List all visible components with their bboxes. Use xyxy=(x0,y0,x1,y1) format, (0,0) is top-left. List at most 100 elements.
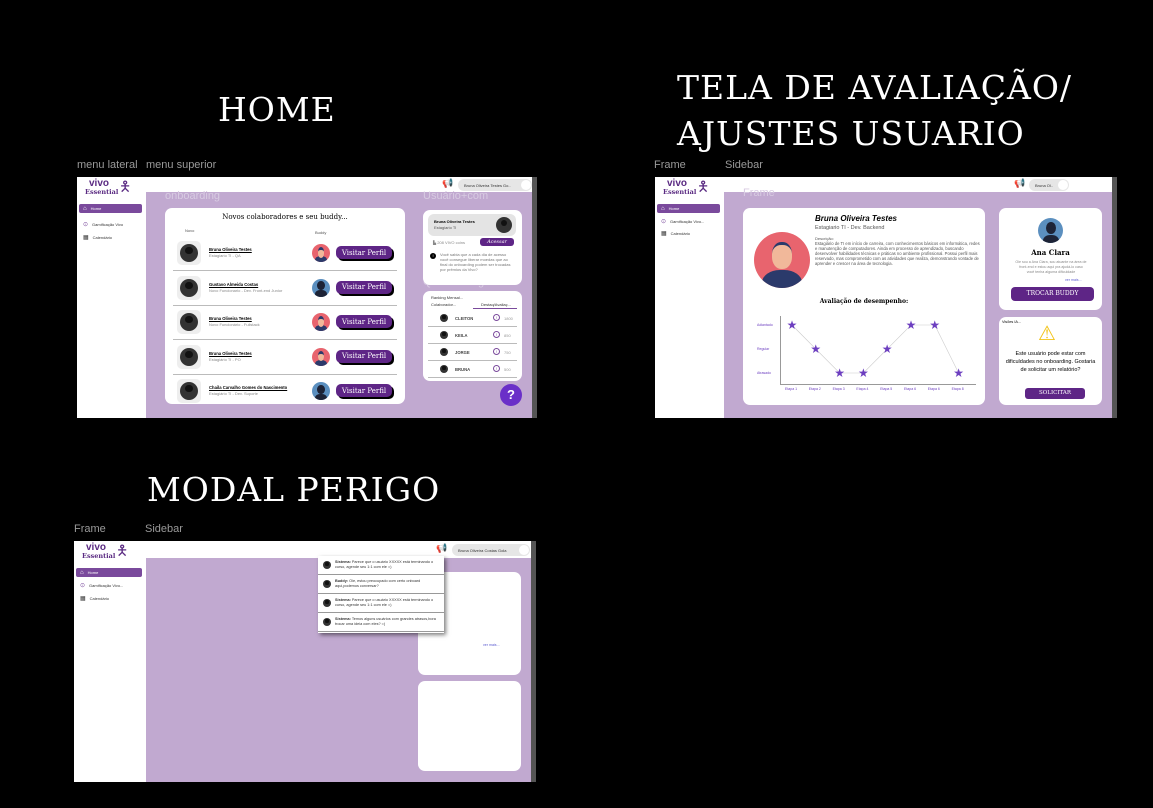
buddy-avatar xyxy=(1038,218,1063,243)
ghost-label: onboarding xyxy=(165,190,221,202)
visit-profile-button[interactable]: Visitar Perfil xyxy=(336,246,392,259)
sidebar-item-gamificacao[interactable]: ⊙ Gamificação Vivo... xyxy=(76,581,142,590)
ranking-row: JORGE ! 750 xyxy=(428,344,517,361)
ranking-score: 500 xyxy=(504,367,511,372)
avatar xyxy=(323,618,331,626)
star-marker: ★ xyxy=(858,366,869,380)
collaborator-row: Chaila Carvalho Gomes do Nascimento Esta… xyxy=(165,374,405,408)
see-more-link[interactable]: ver mais... xyxy=(1065,278,1082,282)
notification-item[interactable]: Buddy: Oie, estou preocupado com certo o… xyxy=(318,575,444,594)
sidebar-item-gamificacao[interactable]: ⊙ Gamificação Vivo xyxy=(79,220,142,229)
y-tick-label: Regular xyxy=(757,347,770,351)
sidebar-item-home[interactable]: ⌂ Home xyxy=(657,204,720,213)
notification-text: Oie, estou preocupado com certo onboard … xyxy=(335,579,421,588)
megaphone-icon[interactable]: 📢 xyxy=(442,178,453,189)
frame-label[interactable]: Frame xyxy=(654,159,686,171)
buddy-avatar[interactable] xyxy=(312,244,330,262)
coin-icon: ! xyxy=(493,348,500,355)
sidebar: vivo Essential 🯅 ⌂ Home ⊙ Gamificação Vivo..… xyxy=(655,177,724,418)
collaborator-name[interactable]: Bruna Oliveira Testes xyxy=(209,247,252,252)
profile-summary[interactable]: Bruna Oliveira Testes Estagiario TI xyxy=(428,214,516,236)
sidebar-item-calendario[interactable]: ▦ Calendário xyxy=(76,594,142,603)
frame-title-modal: MODAL PERIGO xyxy=(147,470,441,509)
avatar xyxy=(440,365,448,373)
sidebar-item-home[interactable]: ⌂ Home xyxy=(76,568,142,577)
sidebar-item-gamificacao[interactable]: ⊙ Gamificação Vivo... xyxy=(657,217,720,226)
user-toggle[interactable]: Bruna Ol.. xyxy=(1029,179,1069,191)
request-report-button[interactable]: SOLICITAR xyxy=(1025,388,1085,399)
visit-profile-button[interactable]: Visitar Perfil xyxy=(336,315,392,328)
frame-label[interactable]: Sidebar xyxy=(725,159,763,171)
buddy-avatar[interactable] xyxy=(312,313,330,331)
coin-icon: ⊙ xyxy=(661,219,667,225)
col-new: Novo xyxy=(185,228,195,233)
scrollbar[interactable] xyxy=(532,177,537,418)
ranking-score: 1800 xyxy=(504,316,513,321)
buddy-avatar[interactable] xyxy=(312,347,330,366)
frame-label[interactable]: menu superior xyxy=(146,159,216,171)
notification-item[interactable]: Sistema: Temos alguns usuários com grand… xyxy=(318,613,444,632)
coin-icon: ! xyxy=(493,331,500,338)
ranking-name: JORGE xyxy=(455,350,470,355)
avatar xyxy=(440,331,448,339)
home-icon: ⌂ xyxy=(661,205,665,212)
collaborator-role: Estagiário TI - Dev. Suporte xyxy=(209,391,258,396)
star-marker: ★ xyxy=(953,366,964,380)
calendar-icon: ▦ xyxy=(80,596,86,602)
star-marker: ★ xyxy=(786,318,798,332)
sidebar: vivo Essential 🯅 ⌂ Home ⊙ Gamificação Vivo ▦… xyxy=(77,177,146,418)
frame-label[interactable]: Sidebar xyxy=(145,523,183,535)
coin-icon: ⊙ xyxy=(80,583,86,589)
buddy-card: Ana Clara Oie sou a Ana Clara, sou atuan… xyxy=(999,208,1102,310)
avatar xyxy=(323,561,331,569)
user-profile-card: Bruna Oliveira Testes Estagiario TI ▙ 20… xyxy=(423,210,522,285)
notification-sender: Sistema: xyxy=(335,560,351,564)
ranking-name: KEILA xyxy=(455,333,468,338)
visit-profile-button[interactable]: Visitar Perfil xyxy=(336,384,392,397)
star-marker: ★ xyxy=(881,342,893,356)
frame-label[interactable]: Frame xyxy=(74,523,106,535)
sidebar-item-calendario[interactable]: ▦ Calendário xyxy=(79,233,142,242)
scrollbar[interactable] xyxy=(1112,177,1117,418)
see-more-link[interactable]: ver mais... xyxy=(483,643,500,647)
notification-item[interactable]: Sistema: Parece que o usuário XXXXX está… xyxy=(318,594,444,613)
access-button[interactable]: Acessar xyxy=(480,238,514,246)
ranking-score: 850 xyxy=(504,333,511,338)
collaborator-name[interactable]: Bruna Oliveira Testes xyxy=(209,351,252,356)
megaphone-icon[interactable]: 📢 xyxy=(436,543,447,554)
coin-icon: ⊙ xyxy=(83,222,89,228)
modal-frame: vivo Essential 🯅 ⌂ Home ⊙ Gamificação Vivo..… xyxy=(74,541,536,782)
ranking-card: Ranking Mensal... Colaborador... Destaq/… xyxy=(423,291,522,381)
ranking-score: 750 xyxy=(504,350,511,355)
buddy-avatar[interactable] xyxy=(312,278,330,297)
buddy-bio: Oie sou a Ana Clara, sou atuante na área… xyxy=(1015,260,1087,274)
visit-profile-button[interactable]: Visitar Perfil xyxy=(336,280,392,294)
visit-profile-button[interactable]: Visitar Perfil xyxy=(336,349,392,363)
alert-header: Visões IA... xyxy=(1002,320,1022,324)
ghost-label: Usuário+com xyxy=(423,190,489,202)
frame-label[interactable]: menu lateral xyxy=(77,159,138,171)
home-icon: ⌂ xyxy=(83,205,87,212)
collaborator-name[interactable]: Bruna Oliveira Testes xyxy=(209,316,252,321)
ranking-row: CLEITON ! 1800 xyxy=(428,310,517,327)
user-evaluation-card: Bruna Oliveira Testes Estagiario TI - De… xyxy=(743,208,985,405)
sidebar-item-calendario[interactable]: ▦ Calendário xyxy=(657,229,720,238)
sidebar-item-home[interactable]: ⌂ Home xyxy=(79,204,142,213)
megaphone-icon[interactable]: 📢 xyxy=(1014,178,1025,189)
help-button[interactable]: ? xyxy=(500,384,522,406)
frame-title-avaliacao-2: AJUSTES USUARIO xyxy=(677,114,1025,153)
collaborator-name[interactable]: Gustavo Almeida Costas xyxy=(209,282,258,287)
change-buddy-button[interactable]: TROCAR BUDDY xyxy=(1011,287,1094,301)
user-toggle[interactable]: Bruna Oliveira Costas Gola xyxy=(452,544,530,556)
scrollbar[interactable] xyxy=(531,541,536,782)
collaborator-name[interactable]: Chaila Carvalho Gomes do Nascimento xyxy=(209,385,287,390)
buddy-avatar[interactable] xyxy=(312,382,330,400)
notification-sender: Sistema: xyxy=(335,598,351,602)
y-tick-label: Adiantado xyxy=(757,323,773,327)
avatar xyxy=(180,278,198,297)
new-collaborators-card: Novos colaboradores e seu buddy... Novo … xyxy=(165,208,405,404)
sidebar: vivo Essential 🯅 ⌂ Home ⊙ Gamificação Vivo..… xyxy=(74,541,146,782)
x-tick-label: Etapa 5 xyxy=(880,387,893,391)
notification-item[interactable]: Sistema: Parece que o usuário XXXXX está… xyxy=(318,556,444,575)
brand-logo: vivo Essential 🯅 xyxy=(82,542,129,561)
